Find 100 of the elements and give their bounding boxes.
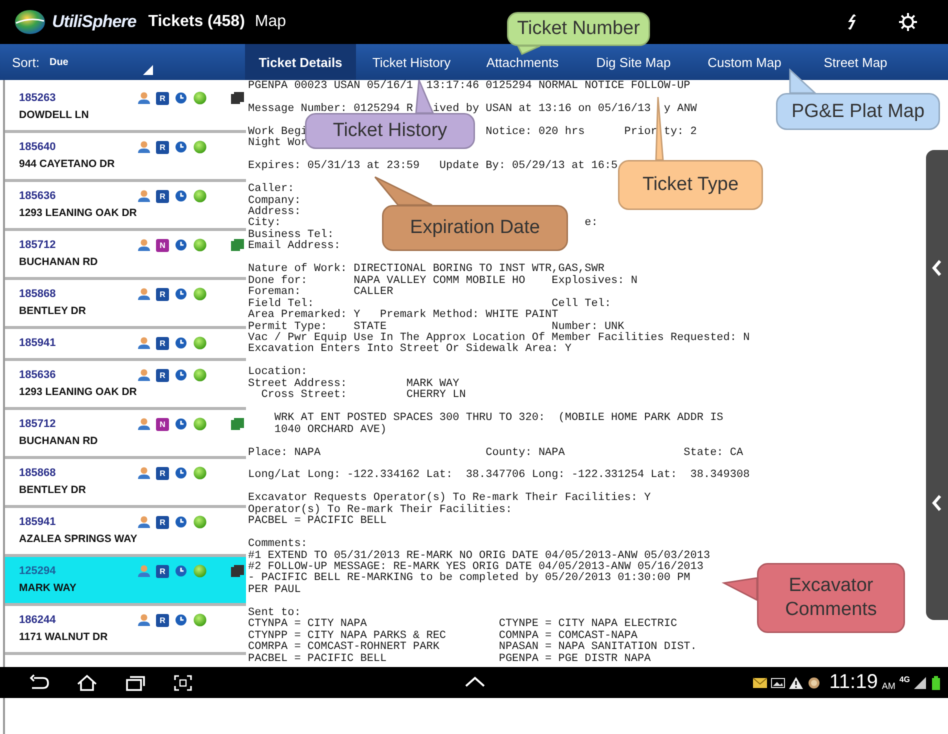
status-badge: N — [156, 418, 169, 430]
status-dot-icon — [193, 515, 207, 529]
ticket-text-line: #1 EXTEND TO 05/31/2013 RE-MARK NO ORIG DATE 04/05/2013-ANW 05/03/2013 — [248, 550, 710, 562]
callout-pointer — [789, 68, 817, 94]
ticket-text-line: PACBEL = PACIFIC BELL PGENPA = PGE DISTR NAPA — [248, 654, 651, 666]
tab[interactable]: Street Map — [800, 44, 911, 80]
clock-icon — [174, 91, 188, 105]
ticket-text-line: PACBEL = PACIFIC BELL — [248, 516, 387, 528]
clock-icon — [174, 368, 188, 382]
clock-ampm: AM — [882, 681, 896, 691]
ticket-id: 185941 — [19, 337, 56, 350]
ticket-text-line: Foreman: CALLER — [248, 287, 394, 298]
tab[interactable]: Ticket History — [356, 44, 467, 80]
status-badge: R — [156, 336, 169, 350]
status-badge: R — [156, 368, 169, 382]
ticket-id: 185941 — [19, 516, 56, 529]
ticket-id: 186244 — [19, 614, 56, 627]
globe-logo-icon — [14, 9, 46, 35]
screenshot-icon[interactable] — [172, 674, 194, 692]
network-type: 4G — [899, 675, 910, 684]
callout-label: Ticket Type — [641, 173, 740, 197]
ticket-text-line: Business Tel: — [248, 230, 334, 241]
app-logo: UtiliSphere — [52, 12, 136, 32]
status-dot-icon — [193, 91, 207, 105]
battery-icon — [932, 676, 940, 690]
ticket-text-line: Vac / Pwr Equip Use In The Approx Location Of Member Facilities Requested: N — [248, 332, 750, 344]
recent-apps-icon[interactable] — [124, 674, 146, 692]
status-badge: R — [156, 564, 169, 578]
status-badge: R — [156, 190, 169, 202]
ticket-text-line: ived by USAN at 13:16 on 05/16/13 — [432, 104, 651, 116]
ticket-text-line: City: — [248, 218, 282, 230]
ticket-text-line: Sent to: — [248, 608, 301, 619]
status-dot-icon — [193, 466, 207, 480]
status-dot-icon — [193, 189, 207, 203]
ticket-text-line: Long/Lat Long: -122.334162 Lat: 38.347706 Long: -122.331254 Lat: 38.349308 — [248, 470, 750, 482]
ticket-text-line: Location: — [248, 367, 308, 378]
callout-label: PG&E Plat Map — [790, 100, 926, 124]
person-icon — [137, 417, 151, 431]
ticket-text-line: Place: NAPA County: NAPA State: CA — [248, 448, 744, 459]
ticket-id: 185868 — [19, 288, 56, 301]
ticket-text-line: Excavator Requests Operator(s) To Re-mark Their Facilities: Y — [248, 493, 651, 504]
status-badge: R — [156, 140, 169, 154]
ticket-text-line: Caller: — [248, 184, 294, 196]
side-panel-handle[interactable] — [926, 150, 948, 620]
ticket-text-line: Cross Street: CHERRY LN — [261, 390, 466, 402]
back-icon[interactable] — [28, 674, 50, 692]
callout-pointer — [655, 96, 664, 161]
tab[interactable]: Attachments — [467, 44, 578, 80]
clock-time: 11:19 — [829, 671, 878, 694]
person-icon — [137, 515, 151, 529]
ticket-text-line: Excavation Enters Into Street Or Sidewalk Area: Y — [248, 344, 572, 356]
ticket-list-item[interactable]: 125294 MARK WAY R — [5, 557, 246, 606]
ticket-id: 185712 — [19, 418, 56, 431]
ticket-text-line: Area Premarked: Y Premark Method: WHITE PAINT — [248, 310, 558, 322]
sort-label: Sort: — [12, 54, 40, 70]
person-icon — [137, 613, 151, 627]
image-icon — [771, 676, 786, 688]
ticket-id: 185712 — [19, 239, 56, 252]
sort-dropdown[interactable]: Due — [49, 56, 68, 68]
person-icon — [137, 238, 151, 252]
tab[interactable]: Ticket Details — [245, 44, 356, 80]
callout-pointer — [722, 577, 758, 602]
ticket-text-line: y ANW — [664, 104, 697, 116]
dropdown-corner-icon[interactable] — [143, 65, 153, 75]
ticket-address: 1171 WALNUT DR — [19, 631, 108, 644]
clock-icon — [174, 336, 188, 350]
clock-icon — [174, 287, 188, 301]
ticket-id: 185868 — [19, 467, 56, 480]
person-icon — [137, 466, 151, 480]
warning-icon — [789, 676, 804, 688]
map-link[interactable]: Map — [254, 13, 286, 31]
person-icon — [137, 91, 151, 105]
home-icon[interactable] — [76, 674, 98, 692]
status-dot-icon — [193, 238, 207, 252]
ticket-text-line: 1040 ORCHARD AVE) — [274, 424, 387, 436]
ticket-text-line: Expires: 05/31/13 at 23:59 Update By: 05/29/13 at 16:5 — [248, 161, 618, 173]
chevron-left-icon[interactable] — [931, 494, 943, 512]
ticket-text-line: Done for: NAPA VALLEY COMM MOBILE HO Explosives: N — [248, 276, 638, 287]
tab[interactable]: Dig Site Map — [578, 44, 689, 80]
status-badge: R — [156, 466, 169, 480]
status-badge: R — [156, 516, 169, 528]
ticket-text-line: ty: 2 — [664, 126, 697, 138]
caret-up-icon[interactable] — [464, 675, 486, 689]
status-dot-icon — [193, 287, 207, 301]
settings-icon[interactable] — [898, 12, 918, 32]
chevron-left-icon[interactable] — [931, 258, 943, 276]
ticket-address: BENTLEY DR — [19, 305, 86, 318]
mail-icon — [753, 676, 768, 688]
ticket-id: 185263 — [19, 92, 56, 105]
ticket-id: 185640 — [19, 141, 56, 154]
status-badge: R — [156, 288, 169, 300]
clock-icon — [174, 238, 188, 252]
ticket-address: MARK WAY — [19, 582, 76, 595]
ticket-text-line: Street Address: MARK WAY — [248, 378, 460, 390]
person-icon — [137, 336, 151, 350]
person-icon — [137, 287, 151, 301]
status-dot-icon — [193, 336, 207, 350]
ticket-id: 185636 — [19, 190, 56, 203]
ticket-address: 944 CAYETANO DR — [19, 158, 115, 171]
tab[interactable]: Custom Map — [689, 44, 800, 80]
